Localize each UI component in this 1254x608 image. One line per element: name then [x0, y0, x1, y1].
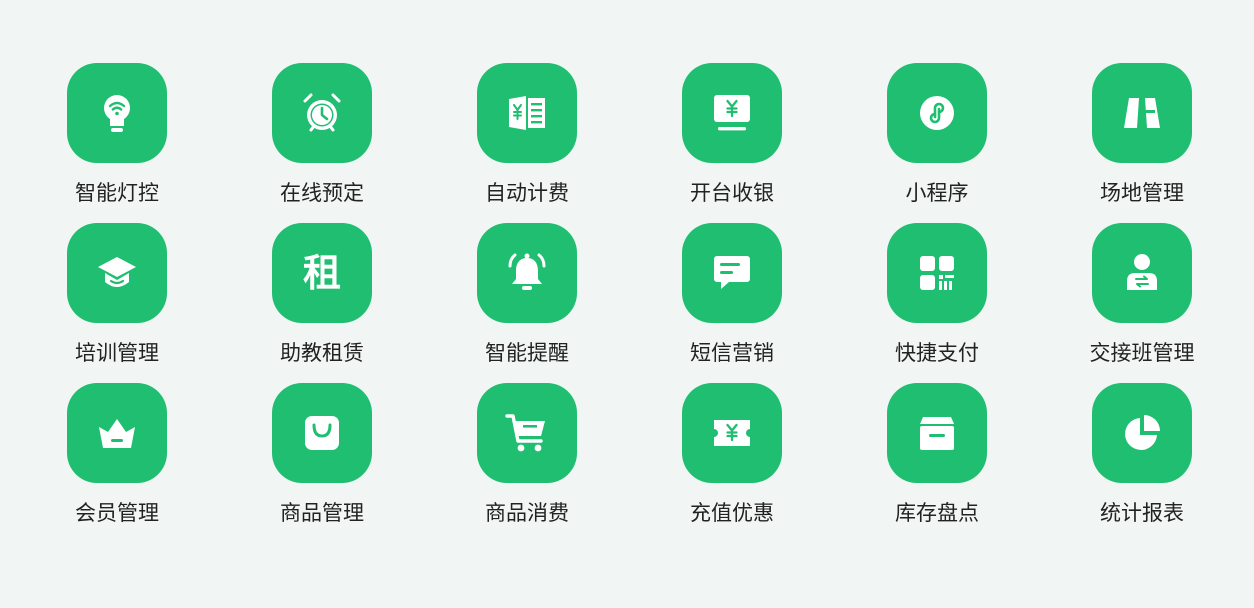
- feature-label: 智能灯控: [75, 181, 159, 205]
- feature-label: 场地管理: [1100, 181, 1184, 205]
- cashier-monitor-icon: [682, 63, 782, 163]
- shopping-bag-icon: [272, 383, 372, 483]
- venue-icon: [1092, 63, 1192, 163]
- mini-program-icon: [887, 63, 987, 163]
- feature-checkout[interactable]: 开台收银: [662, 63, 802, 213]
- feature-smart-light[interactable]: 智能灯控: [47, 63, 187, 213]
- feature-mini-program[interactable]: 小程序: [867, 63, 1007, 213]
- feature-smart-reminder[interactable]: 智能提醒: [457, 223, 597, 373]
- coupon-icon: [682, 383, 782, 483]
- billing-book-icon: [477, 63, 577, 163]
- feature-recharge-offers[interactable]: 充值优惠: [662, 383, 802, 533]
- feature-product-consumption[interactable]: 商品消费: [457, 383, 597, 533]
- feature-coach-rental[interactable]: 租 助教租赁: [252, 223, 392, 373]
- archive-box-icon: [887, 383, 987, 483]
- qr-code-icon: [887, 223, 987, 323]
- feature-label: 小程序: [905, 181, 969, 205]
- feature-auto-billing[interactable]: 自动计费: [457, 63, 597, 213]
- feature-shift-handover[interactable]: 交接班管理: [1072, 223, 1212, 373]
- feature-label: 充值优惠: [690, 501, 774, 525]
- feature-label: 统计报表: [1100, 501, 1184, 525]
- message-icon: [682, 223, 782, 323]
- crown-basket-icon: [67, 383, 167, 483]
- feature-label: 库存盘点: [895, 501, 979, 525]
- feature-label: 会员管理: [75, 501, 159, 525]
- feature-grid: 智能灯控 在线预定 自动计费 开台收银 小程序 场地管理 培训管理 租 助教租赁…: [0, 0, 1254, 608]
- bell-icon: [477, 223, 577, 323]
- graduation-cap-icon: [67, 223, 167, 323]
- feature-statistics[interactable]: 统计报表: [1072, 383, 1212, 533]
- rent-char-icon: 租: [272, 223, 372, 323]
- feature-label: 开台收银: [690, 181, 774, 205]
- alarm-clock-icon: [272, 63, 372, 163]
- feature-label: 商品管理: [280, 501, 364, 525]
- feature-label: 商品消费: [485, 501, 569, 525]
- feature-member-management[interactable]: 会员管理: [47, 383, 187, 533]
- feature-training-management[interactable]: 培训管理: [47, 223, 187, 373]
- feature-label: 自动计费: [485, 181, 569, 205]
- shopping-cart-icon: [477, 383, 577, 483]
- feature-venue-management[interactable]: 场地管理: [1072, 63, 1212, 213]
- feature-label: 助教租赁: [280, 341, 364, 365]
- feature-label: 快捷支付: [895, 341, 979, 365]
- feature-label: 培训管理: [75, 341, 159, 365]
- feature-sms-marketing[interactable]: 短信营销: [662, 223, 802, 373]
- feature-online-booking[interactable]: 在线预定: [252, 63, 392, 213]
- feature-label: 交接班管理: [1089, 341, 1195, 365]
- feature-product-management[interactable]: 商品管理: [252, 383, 392, 533]
- pie-chart-icon: [1092, 383, 1192, 483]
- lightbulb-wifi-icon: [67, 63, 167, 163]
- user-swap-icon: [1092, 223, 1192, 323]
- feature-label: 在线预定: [280, 181, 364, 205]
- feature-quick-pay[interactable]: 快捷支付: [867, 223, 1007, 373]
- feature-label: 短信营销: [690, 341, 774, 365]
- feature-label: 智能提醒: [485, 341, 569, 365]
- feature-inventory[interactable]: 库存盘点: [867, 383, 1007, 533]
